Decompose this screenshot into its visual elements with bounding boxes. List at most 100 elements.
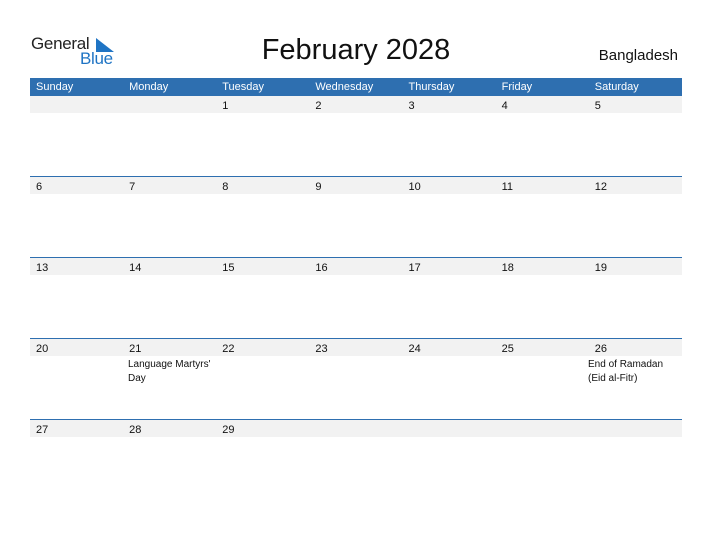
day-number: 12 — [594, 181, 607, 193]
day-cell: 9 — [309, 177, 402, 194]
holiday-event — [490, 275, 582, 277]
day-number: 13 — [36, 262, 49, 274]
day-cell: 20 — [30, 339, 123, 356]
date-row: 6 7 8 9 10 11 12 — [30, 177, 682, 194]
holiday-event — [398, 356, 490, 386]
holiday-event — [582, 194, 674, 196]
holiday-event — [306, 194, 398, 196]
holiday-event — [306, 113, 398, 115]
holiday-event — [30, 113, 122, 115]
date-row: 27 28 29 — [30, 420, 682, 437]
day-number: 11 — [501, 181, 514, 193]
holiday-event — [582, 275, 674, 277]
week-row: 1 2 3 4 5 — [30, 96, 682, 177]
day-number: 10 — [408, 181, 421, 193]
day-cell: 24 — [403, 339, 496, 356]
day-cell: 2 — [309, 96, 402, 113]
day-number: 20 — [36, 343, 49, 355]
day-number: 6 — [36, 181, 43, 193]
day-number: 16 — [315, 262, 328, 274]
day-cell: 12 — [589, 177, 682, 194]
day-number: 9 — [315, 181, 322, 193]
day-cell: 22 — [216, 339, 309, 356]
day-cell: 4 — [496, 96, 589, 113]
holiday-event — [214, 356, 306, 386]
holiday-event — [214, 113, 306, 115]
day-number: 27 — [36, 424, 49, 436]
day-cell: 10 — [403, 177, 496, 194]
week-row: 6 7 8 9 10 11 12 — [30, 176, 682, 258]
weekday-sunday: Sunday — [36, 81, 74, 93]
day-cell: 26 — [589, 339, 682, 356]
holiday-event: Language Martyrs' Day — [128, 359, 211, 384]
day-cell: 8 — [216, 177, 309, 194]
country-label: Bangladesh — [598, 47, 678, 64]
day-number: 4 — [501, 100, 508, 112]
day-number: 7 — [129, 181, 136, 193]
day-cell: 5 — [589, 96, 682, 113]
day-cell: 28 — [123, 420, 216, 437]
day-number: 14 — [129, 262, 142, 274]
day-cell: 27 — [30, 420, 123, 437]
day-number: 22 — [222, 343, 235, 355]
holiday-event — [30, 275, 122, 277]
holiday-event — [398, 275, 490, 277]
events-row — [30, 275, 682, 277]
day-number: 21 — [129, 343, 142, 355]
holiday-event — [490, 194, 582, 196]
day-cell: 13 — [30, 258, 123, 275]
holiday-event — [398, 194, 490, 196]
weekday-friday: Friday — [501, 81, 533, 93]
holiday-event — [582, 113, 674, 115]
day-cell — [309, 420, 402, 437]
date-row: 20 21 22 23 24 25 26 — [30, 339, 682, 356]
holiday-event — [398, 437, 490, 439]
holiday-event — [490, 437, 582, 439]
holiday-event — [214, 437, 306, 439]
holiday-event — [122, 194, 214, 196]
day-cell: 1 — [216, 96, 309, 113]
day-number: 25 — [501, 343, 514, 355]
events-row — [30, 113, 682, 115]
holiday-event — [214, 194, 306, 196]
holiday-event — [122, 113, 214, 115]
day-cell: 6 — [30, 177, 123, 194]
day-cell: 17 — [403, 258, 496, 275]
day-cell — [403, 420, 496, 437]
holiday-event — [582, 437, 674, 439]
day-number: 8 — [222, 181, 229, 193]
weekday-wednesday: Wednesday — [315, 81, 374, 93]
day-number: 18 — [501, 262, 514, 274]
day-number: 5 — [594, 100, 601, 112]
events-row — [30, 194, 682, 196]
day-cell: 15 — [216, 258, 309, 275]
day-number: 17 — [408, 262, 421, 274]
day-cell: 16 — [309, 258, 402, 275]
holiday-event — [398, 113, 490, 115]
day-number: 15 — [222, 262, 235, 274]
day-cell: 29 — [216, 420, 309, 437]
day-number: 3 — [408, 100, 415, 112]
day-cell — [589, 420, 682, 437]
holiday-event — [490, 113, 582, 115]
day-cell: 19 — [589, 258, 682, 275]
day-cell: 7 — [123, 177, 216, 194]
day-cell: 21 — [123, 339, 216, 356]
day-number: 19 — [594, 262, 607, 274]
weekday-monday: Monday — [129, 81, 169, 93]
week-row: 20 21 22 23 24 25 26 Language Martyrs' Day End o… — [30, 338, 682, 420]
date-row: 1 2 3 4 5 — [30, 96, 682, 113]
events-row — [30, 437, 682, 439]
holiday-event: End of Ramadan (Eid al-Fitr) — [588, 359, 664, 384]
weekday-header: Sunday Monday Tuesday Wednesday Thursday… — [30, 78, 682, 96]
day-cell: 23 — [309, 339, 402, 356]
holiday-event — [122, 437, 214, 439]
day-cell — [123, 96, 216, 113]
week-row: 27 28 29 — [30, 419, 682, 501]
day-cell: 25 — [496, 339, 589, 356]
holiday-event — [30, 437, 122, 439]
day-cell — [496, 420, 589, 437]
events-row: Language Martyrs' Day End of Ramadan (Eid… — [30, 356, 682, 386]
date-row: 13 14 15 16 17 18 19 — [30, 258, 682, 275]
holiday-event — [306, 275, 398, 277]
